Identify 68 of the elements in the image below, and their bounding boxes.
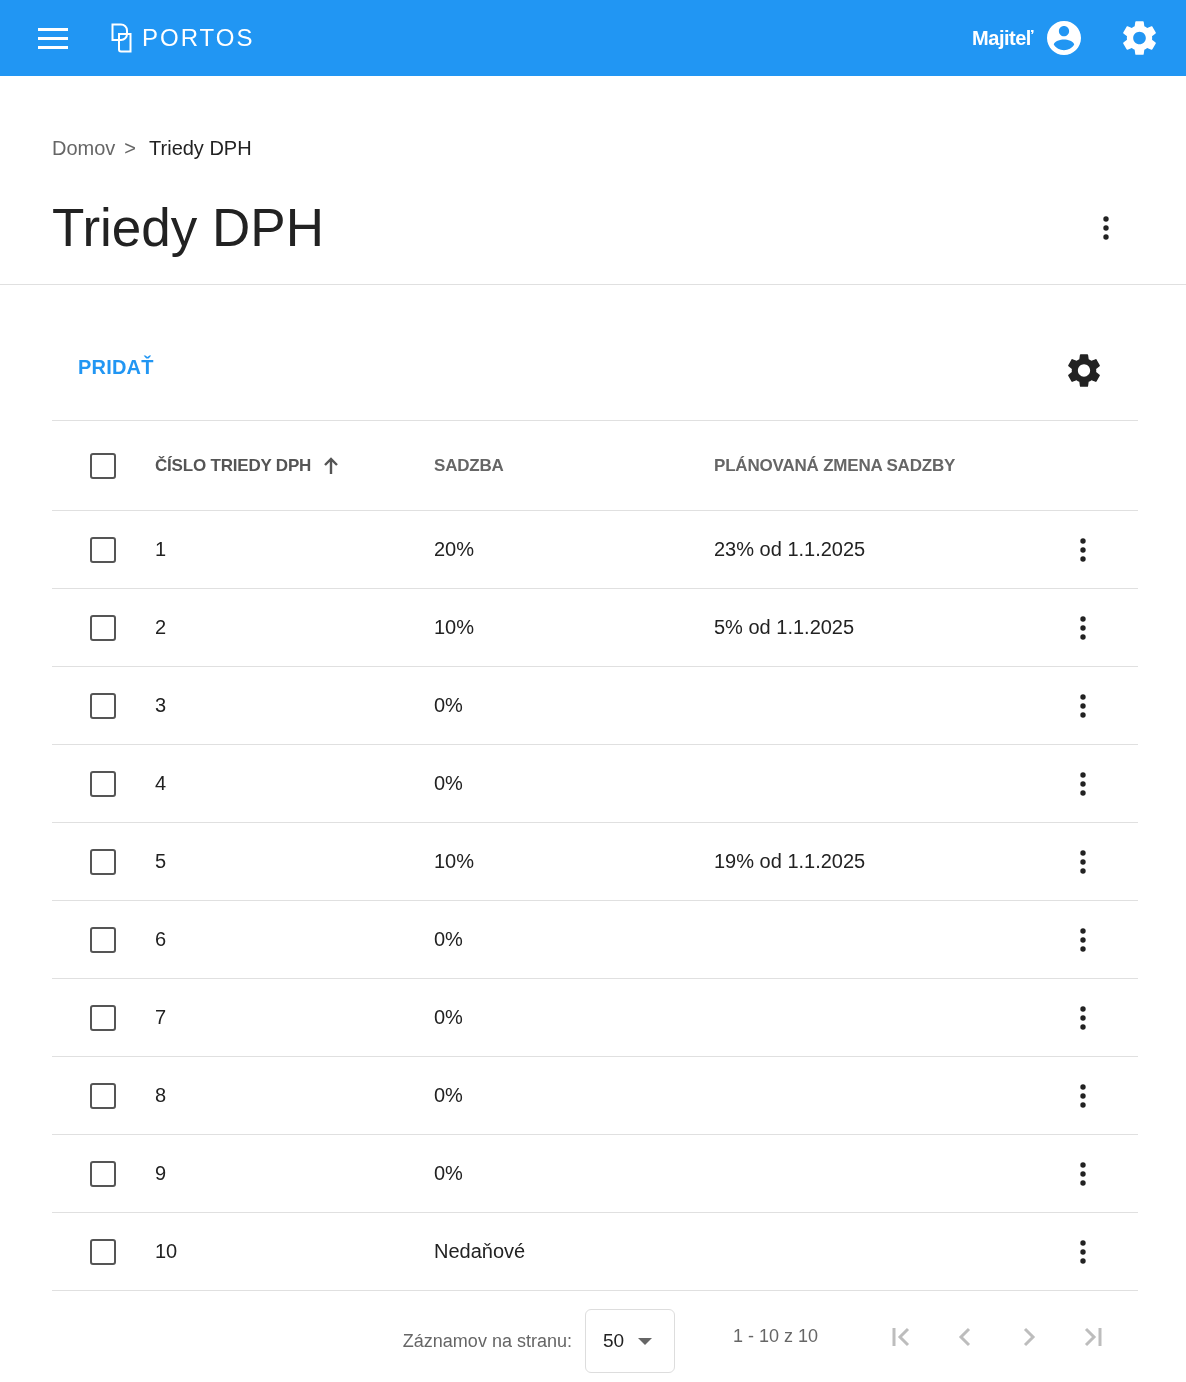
more-vert-icon bbox=[1103, 216, 1109, 240]
logo-icon bbox=[111, 23, 132, 53]
more-vert-icon bbox=[1080, 537, 1086, 562]
table-cell: 6 bbox=[155, 928, 167, 950]
row-checkbox[interactable] bbox=[90, 1004, 116, 1031]
more-vert-icon bbox=[1080, 1239, 1086, 1264]
more-vert-icon bbox=[1080, 771, 1086, 796]
select-all-checkbox[interactable] bbox=[90, 452, 116, 479]
row-checkbox[interactable] bbox=[90, 1160, 116, 1187]
table-cell: 5 bbox=[155, 850, 167, 872]
table-cell: 5% od 1.1.2025 bbox=[714, 616, 855, 638]
table-cell: 7 bbox=[155, 1006, 167, 1028]
settings-button[interactable] bbox=[1123, 21, 1156, 55]
row-checkbox[interactable] bbox=[90, 1238, 116, 1265]
row-checkbox[interactable] bbox=[90, 770, 116, 797]
table-cell: 10 bbox=[155, 1240, 178, 1262]
table-cell: 3 bbox=[155, 694, 167, 716]
settings-icon bbox=[1068, 354, 1100, 387]
rows-per-page-label: Záznamov na stranu: bbox=[402, 1330, 572, 1352]
breadcrumb-current: Triedy DPH bbox=[149, 136, 252, 160]
first-page-icon bbox=[891, 1326, 911, 1348]
table-cell: 23% od 1.1.2025 bbox=[714, 538, 866, 560]
table-cell: Nedaňové bbox=[434, 1240, 526, 1262]
more-vert-icon bbox=[1080, 615, 1086, 640]
breadcrumb-separator: > bbox=[124, 136, 137, 160]
add-button[interactable]: PRIDAŤ bbox=[78, 348, 154, 387]
logo-text: PORTOS bbox=[142, 23, 255, 53]
row-checkbox[interactable] bbox=[90, 926, 116, 953]
more-vert-icon bbox=[1080, 1005, 1086, 1030]
table-cell: 10% bbox=[434, 616, 475, 638]
table-cell: 0% bbox=[434, 772, 463, 794]
table-cell: 20% bbox=[434, 538, 475, 560]
table-settings-button[interactable] bbox=[1068, 354, 1100, 387]
menu-button[interactable] bbox=[38, 27, 68, 49]
column-header[interactable]: SADZBA bbox=[434, 455, 504, 476]
more-vert-icon bbox=[1080, 1083, 1086, 1108]
table-cell: 8 bbox=[155, 1084, 167, 1106]
table-cell: 10% bbox=[434, 850, 475, 872]
menu-icon bbox=[38, 27, 68, 49]
table-cell: 4 bbox=[155, 772, 167, 794]
more-vert-icon bbox=[1080, 927, 1086, 952]
table-cell: 0% bbox=[434, 1084, 463, 1106]
row-checkbox[interactable] bbox=[90, 1082, 116, 1109]
rows-per-page-select[interactable]: 50 bbox=[584, 1309, 675, 1373]
breadcrumb-link[interactable]: Domov bbox=[52, 136, 116, 160]
more-vert-icon bbox=[1080, 693, 1086, 718]
table-cell: 0% bbox=[434, 1006, 463, 1028]
table-cell: 1 bbox=[155, 538, 167, 560]
row-checkbox[interactable] bbox=[90, 692, 116, 719]
row-checkbox[interactable] bbox=[90, 614, 116, 641]
row-checkbox[interactable] bbox=[90, 536, 116, 563]
table-cell: 9 bbox=[155, 1162, 167, 1184]
row-checkbox[interactable] bbox=[90, 848, 116, 875]
table-cell: 2 bbox=[155, 616, 167, 638]
last-page-icon bbox=[1083, 1326, 1103, 1348]
column-header[interactable]: PLÁNOVANÁ ZMENA SADZBY bbox=[714, 455, 956, 476]
more-vert-icon bbox=[1080, 849, 1086, 874]
column-header[interactable]: ČÍSLO TRIEDY DPH bbox=[155, 455, 312, 476]
page-title: Triedy DPH bbox=[52, 197, 324, 259]
page-range: 1 - 10 z 10 bbox=[732, 1325, 818, 1347]
table-cell: 0% bbox=[434, 1162, 463, 1184]
table-cell: 0% bbox=[434, 928, 463, 950]
table-cell: 19% od 1.1.2025 bbox=[714, 850, 866, 872]
settings-icon bbox=[1123, 21, 1156, 55]
table-cell: 0% bbox=[434, 694, 463, 716]
more-vert-icon bbox=[1080, 1161, 1086, 1186]
user-menu-button[interactable]: Majiteľ bbox=[972, 21, 1081, 55]
caret-icon bbox=[638, 1337, 653, 1345]
